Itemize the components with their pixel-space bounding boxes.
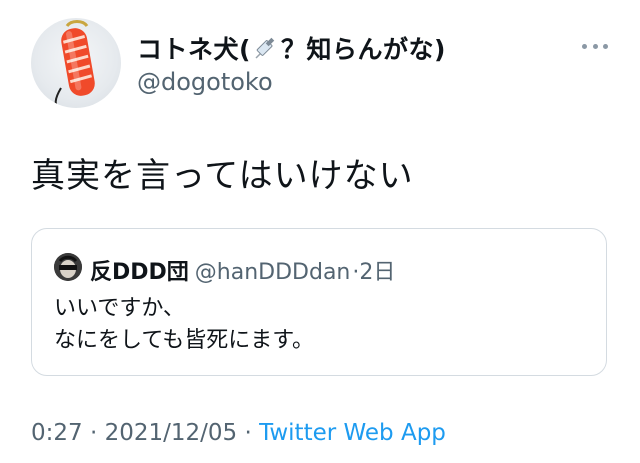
author-name-part1: コトネ犬(: [137, 35, 251, 64]
quote-avatar: [54, 253, 82, 281]
avatar[interactable]: [31, 18, 121, 108]
tweet-date[interactable]: 2021/12/05: [105, 420, 238, 446]
quote-line: いいですか、: [54, 296, 185, 321]
quote-line: なにをしても皆死にます。: [54, 328, 315, 353]
quote-header: 反DDD団 @hanDDDdan·2日: [90, 254, 395, 286]
author-name-part2: ？知らんがな): [280, 35, 446, 64]
quote-author-name[interactable]: 反DDD団: [90, 260, 189, 285]
author-name[interactable]: コトネ犬( ？知らんがな): [137, 30, 446, 67]
quote-text: いいですか、 なにをしても皆死にます。: [54, 293, 314, 357]
meta-separator: ·: [89, 420, 98, 446]
tweet-metadata: 0:27 · 2021/12/05 · Twitter Web App: [31, 420, 446, 446]
tweet-text: 真実を言ってはいけない: [31, 156, 414, 196]
author-handle[interactable]: @dogotoko: [137, 68, 273, 96]
quote-author-handle[interactable]: @hanDDDdan: [195, 260, 351, 285]
quote-time[interactable]: 2日: [359, 260, 395, 285]
quote-tweet-card[interactable]: 反DDD団 @hanDDDdan·2日 いいですか、 なにをしても皆死にます。: [31, 228, 607, 376]
more-options-icon[interactable]: [582, 42, 608, 50]
tweet-time[interactable]: 0:27: [31, 420, 83, 446]
meta-separator: ·: [244, 420, 252, 446]
sushi-keychain-icon: [54, 20, 95, 108]
syringe-icon: [253, 35, 279, 67]
tweet-source-link[interactable]: Twitter Web App: [259, 420, 446, 446]
